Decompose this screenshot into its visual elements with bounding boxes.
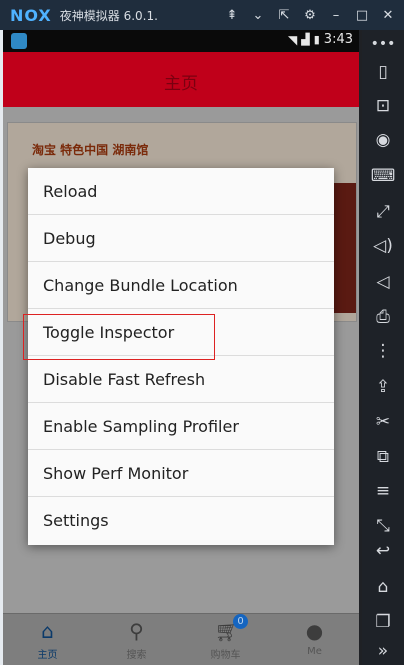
menu-item-show-perf-monitor[interactable]: Show Perf Monitor <box>28 450 334 497</box>
volume-up-icon[interactable]: ◁) <box>368 232 398 260</box>
more-icon[interactable]: ••• <box>368 30 398 58</box>
home-icon[interactable]: ⌂ <box>368 573 398 601</box>
nox-emulator-window: NOX 夜神模拟器 6.0.1. ⇞ ⌄ ⇱ ⚙ – □ ✕ ◥ ▟ ▮ 3:4… <box>0 0 404 665</box>
expand-icon[interactable]: » <box>368 637 398 665</box>
tab-label: Me <box>307 646 322 657</box>
macro-icon[interactable]: ⋮ <box>368 337 398 365</box>
app-notification-icon <box>11 33 27 49</box>
screenshot-icon[interactable]: ⎙ <box>368 303 398 331</box>
keyboard-icon[interactable]: ⌨ <box>368 162 398 190</box>
pin-icon[interactable]: ⇞ <box>222 5 242 25</box>
shake-icon[interactable]: ▯ <box>368 58 398 86</box>
menu-item-settings[interactable]: Settings <box>28 497 334 544</box>
battery-icon: ▮ <box>313 33 320 46</box>
search-icon: ⚲ <box>129 619 144 643</box>
tab-me[interactable]: ● Me <box>270 614 359 665</box>
menu-item-disable-fast-refresh[interactable]: Disable Fast Refresh <box>28 356 334 403</box>
tab-search[interactable]: ⚲ 搜索 <box>92 614 181 665</box>
menu-item-toggle-inspector[interactable]: Toggle Inspector <box>28 309 334 356</box>
tab-cart[interactable]: 🛒︎ 0 购物车 <box>181 614 270 665</box>
status-indicators: ◥ ▟ ▮ 3:43 <box>288 32 353 47</box>
chevron-down-icon[interactable]: ⌄ <box>248 5 268 25</box>
volume-down-icon[interactable]: ◁ <box>368 268 398 296</box>
resize-icon[interactable]: ⤢ <box>368 198 398 226</box>
controller-icon[interactable]: ⤡ <box>368 512 398 540</box>
user-icon: ● <box>305 619 324 643</box>
robot-icon[interactable]: ⊡ <box>368 92 398 120</box>
status-time: 3:43 <box>323 32 353 47</box>
bottom-tab-bar: ⌂ 主页 ⚲ 搜索 🛒︎ 0 购物车 ● Me <box>3 613 359 665</box>
nox-logo: NOX <box>10 5 52 25</box>
menu-item-reload[interactable]: Reload <box>28 168 334 215</box>
page-title: 主页 <box>164 74 198 94</box>
tab-label: 搜索 <box>126 650 147 661</box>
settings-icon[interactable]: ⚙ <box>300 5 320 25</box>
tab-label: 购物车 <box>210 650 241 661</box>
menu-icon[interactable]: ≡ <box>368 477 398 505</box>
cart-badge: 0 <box>233 614 248 629</box>
back-icon[interactable]: ↩ <box>368 537 398 565</box>
minimize-icon[interactable]: – <box>326 5 346 25</box>
wifi-icon: ◥ <box>288 32 298 47</box>
recent-apps-icon[interactable]: ❐ <box>368 608 398 636</box>
fullscreen-icon[interactable]: ⇱ <box>274 5 294 25</box>
menu-item-enable-sampling-profiler[interactable]: Enable Sampling Profiler <box>28 403 334 450</box>
multi-instance-icon[interactable]: ⧉ <box>368 443 398 471</box>
menu-item-debug[interactable]: Debug <box>28 215 334 262</box>
apk-install-icon[interactable]: ⇪ <box>368 373 398 401</box>
tab-label: 主页 <box>37 650 58 661</box>
signal-icon: ▟ <box>301 33 310 46</box>
android-screen: ◥ ▟ ▮ 3:43 主页 淘宝 特色中国 湖南馆 ⌂ 主页 ⚲ 搜索 🛒︎ 0… <box>3 30 359 665</box>
app-header: 主页 <box>3 52 359 107</box>
emulator-toolbar: ••• ▯ ⊡ ◉ ⌨ ⤢ ◁) ◁ ⎙ ⋮ ⇪ ✂ ⧉ ≡ ⤡ ↩ ⌂ ❐ » <box>362 30 404 665</box>
status-bar: ◥ ▟ ▮ 3:43 <box>3 30 359 52</box>
tab-home[interactable]: ⌂ 主页 <box>3 614 92 665</box>
location-icon[interactable]: ◉ <box>368 126 398 154</box>
title-bar: NOX 夜神模拟器 6.0.1. ⇞ ⌄ ⇱ ⚙ – □ ✕ <box>0 0 404 30</box>
window-controls: ⇞ ⌄ ⇱ ⚙ – □ ✕ <box>222 5 398 25</box>
window-title: 夜神模拟器 6.0.1. <box>59 8 158 23</box>
home-icon: ⌂ <box>41 619 54 643</box>
maximize-icon[interactable]: □ <box>352 5 372 25</box>
close-icon[interactable]: ✕ <box>378 5 398 25</box>
cut-icon[interactable]: ✂ <box>368 408 398 436</box>
banner-text: 淘宝 特色中国 湖南馆 <box>32 143 149 157</box>
dev-menu-dialog: Reload Debug Change Bundle Location Togg… <box>28 168 334 545</box>
menu-item-change-bundle-location[interactable]: Change Bundle Location <box>28 262 334 309</box>
